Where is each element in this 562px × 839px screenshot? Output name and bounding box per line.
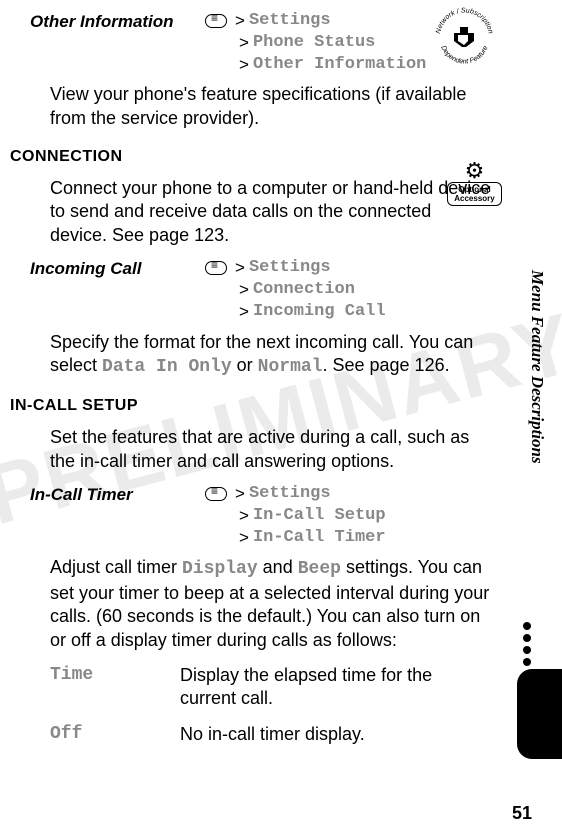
menu-icon — [205, 261, 227, 275]
other-information-feature: Other Information >Settings >Phone Statu… — [10, 10, 502, 76]
in-call-timer-body: Adjust call timer Display and Beep setti… — [10, 551, 502, 662]
page-number: 51 — [512, 803, 532, 824]
feature-label: In-Call Timer — [10, 483, 205, 505]
in-call-timer-feature: In-Call Timer >Settings >In-Call Setup >… — [10, 483, 502, 549]
in-call-setup-heading: IN-CALL SETUP — [10, 397, 502, 415]
in-call-setup-body: Set the features that are active during … — [10, 421, 502, 483]
menu-path: >Settings >In-Call Setup >In-Call Timer — [205, 483, 386, 549]
other-information-body: View your phone's feature specifications… — [10, 78, 502, 140]
menu-path: >Settings >Phone Status >Other Informati… — [205, 10, 426, 76]
connection-heading: CONNECTION — [10, 148, 502, 166]
connection-body: Connect your phone to a computer or hand… — [10, 172, 502, 257]
network-feature-badge: Network / Subscription Dependent Feature — [432, 5, 497, 70]
timer-option-off: Off No in-call timer display. — [10, 721, 502, 756]
incoming-call-feature: Incoming Call >Settings >Connection >Inc… — [10, 257, 502, 323]
timer-option-time: Time Display the elapsed time for the cu… — [10, 662, 502, 721]
feature-label: Other Information — [10, 10, 205, 32]
timer-option-desc: Display the elapsed time for the current… — [180, 664, 492, 711]
svg-text:Dependent Feature: Dependent Feature — [439, 45, 489, 66]
menu-icon — [205, 487, 227, 501]
page-content: Network / Subscription Dependent Feature… — [0, 0, 562, 766]
timer-option-desc: No in-call timer display. — [180, 723, 492, 746]
feature-label: Incoming Call — [10, 257, 205, 279]
menu-icon — [205, 14, 227, 28]
timer-option-label: Time — [50, 664, 180, 711]
incoming-call-body: Specify the format for the next incoming… — [10, 326, 502, 390]
optional-accessory-badge: ⚙ Optional Accessory — [447, 160, 502, 215]
timer-option-label: Off — [50, 723, 180, 746]
menu-path: >Settings >Connection >Incoming Call — [205, 257, 386, 323]
